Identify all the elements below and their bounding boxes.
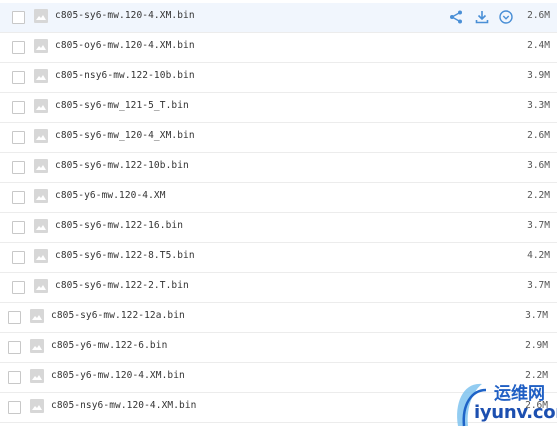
file-name[interactable]: c805-sy6-mw.122-8.T5.bin <box>55 250 195 261</box>
file-size: 2.9M <box>525 340 548 351</box>
row-checkbox[interactable] <box>8 401 21 414</box>
file-size: 2.6M <box>527 130 550 141</box>
row-checkbox[interactable] <box>8 341 21 354</box>
file-name[interactable]: c805-sy6-mw_120-4_XM.bin <box>55 130 195 141</box>
file-size: 2.4M <box>527 40 550 51</box>
file-size: 3.7M <box>527 280 550 291</box>
row-checkbox[interactable] <box>12 251 25 264</box>
file-row[interactable]: c805-sy6-mw_121-5_T.bin 3.3M <box>0 93 557 123</box>
file-row[interactable]: c805-sy6-mw_120-4_XM.bin 2.6M <box>0 123 557 153</box>
row-checkbox[interactable] <box>8 311 21 324</box>
file-row[interactable]: c805-y6-mw.122-6.bin 2.9M <box>0 333 557 363</box>
file-icon <box>30 399 44 413</box>
file-name[interactable]: c805-nsy6-mw.120-4.XM.bin <box>51 400 197 411</box>
file-icon <box>34 249 48 263</box>
file-name[interactable]: c805-sy6-mw.122-10b.bin <box>55 160 189 171</box>
file-icon <box>34 219 48 233</box>
file-name[interactable]: c805-y6-mw.120-4.XM.bin <box>51 370 185 381</box>
file-row[interactable]: c805-sy6-mw.122-16.bin 3.7M <box>0 213 557 243</box>
row-checkbox[interactable] <box>12 41 25 54</box>
file-row[interactable]: c805-sy6-mw.122-8.T5.bin 4.2M <box>0 243 557 273</box>
row-checkbox[interactable] <box>12 71 25 84</box>
file-size: 3.3M <box>527 100 550 111</box>
row-checkbox[interactable] <box>12 101 25 114</box>
file-icon <box>34 279 48 293</box>
file-icon <box>34 69 48 83</box>
file-name[interactable]: c805-sy6-mw.120-4.XM.bin <box>55 10 195 21</box>
file-icon <box>34 99 48 113</box>
file-row[interactable]: c805-sy6-mw.122-10b.bin 3.6M <box>0 153 557 183</box>
row-checkbox[interactable] <box>12 221 25 234</box>
row-checkbox[interactable] <box>12 161 25 174</box>
file-size: 2.2M <box>527 190 550 201</box>
file-icon <box>30 309 44 323</box>
file-name[interactable]: c805-y6-mw.122-6.bin <box>51 340 167 351</box>
file-row[interactable]: c805-sy6-mw.120-4.XM.bin 2.6M <box>0 3 557 33</box>
row-checkbox[interactable] <box>12 131 25 144</box>
file-name[interactable]: c805-oy6-mw.120-4.XM.bin <box>55 40 195 51</box>
file-size: 3.9M <box>527 70 550 81</box>
file-size: 2.6M <box>527 10 550 21</box>
file-icon <box>34 39 48 53</box>
row-checkbox[interactable] <box>12 281 25 294</box>
share-icon[interactable] <box>448 9 464 25</box>
file-size: 4.2M <box>527 250 550 261</box>
watermark-cn-text: 运维网 <box>494 384 545 404</box>
row-checkbox[interactable] <box>12 11 25 24</box>
file-row[interactable]: c805-sy6-mw.122-2.T.bin 3.7M <box>0 273 557 303</box>
row-checkbox[interactable] <box>12 191 25 204</box>
download-icon[interactable] <box>474 9 490 25</box>
file-size: 3.6M <box>527 160 550 171</box>
file-icon <box>34 129 48 143</box>
file-name[interactable]: c805-sy6-mw.122-2.T.bin <box>55 280 189 291</box>
file-icon <box>34 9 48 23</box>
row-checkbox[interactable] <box>8 371 21 384</box>
file-name[interactable]: c805-nsy6-mw.122-10b.bin <box>55 70 195 81</box>
file-icon <box>30 369 44 383</box>
file-icon <box>30 339 44 353</box>
watermark-url-text: iyunv.com <box>474 402 557 423</box>
file-row[interactable]: c805-sy6-mw.122-12a.bin 3.7M <box>0 303 557 333</box>
chevron-down-circle-icon[interactable] <box>498 9 514 25</box>
file-row[interactable]: c805-y6-mw.120-4.XM 2.2M <box>0 183 557 213</box>
file-name[interactable]: c805-sy6-mw.122-12a.bin <box>51 310 185 321</box>
file-size: 3.7M <box>527 220 550 231</box>
file-icon <box>34 159 48 173</box>
file-name[interactable]: c805-sy6-mw_121-5_T.bin <box>55 100 189 111</box>
file-row[interactable]: c805-nsy6-mw.122-10b.bin 3.9M <box>0 63 557 93</box>
file-name[interactable]: c805-y6-mw.120-4.XM <box>55 190 166 201</box>
file-size: 3.7M <box>525 310 548 321</box>
file-name[interactable]: c805-sy6-mw.122-16.bin <box>55 220 183 231</box>
file-icon <box>34 189 48 203</box>
file-row[interactable]: c805-oy6-mw.120-4.XM.bin 2.4M <box>0 33 557 63</box>
